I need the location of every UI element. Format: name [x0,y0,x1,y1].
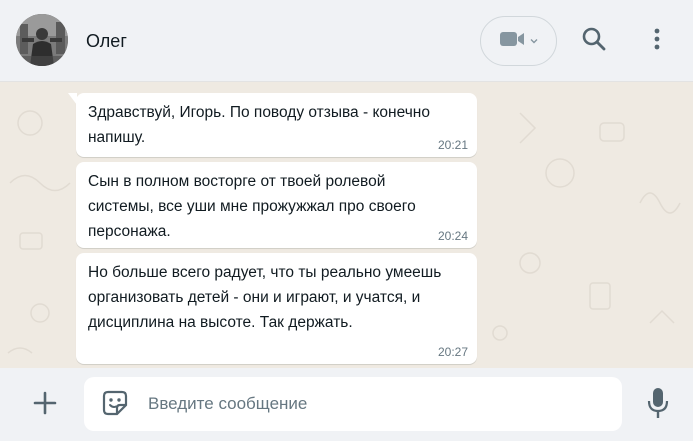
plus-icon [33,391,57,420]
chat-header: Олег [0,0,693,82]
sticker-button[interactable] [101,390,129,421]
message-time: 20:21 [437,138,468,152]
attach-button[interactable] [30,390,60,420]
message-text: Но больше всего радует, что ты реально у… [88,264,442,331]
message-bubble[interactable]: Сын в полном восторге от твоей ролевой с… [76,162,477,248]
message-input-box [84,377,622,431]
search-icon [581,26,607,57]
video-call-button[interactable] [480,16,557,66]
contact-avatar[interactable] [16,14,68,66]
voice-message-button[interactable] [644,387,672,424]
more-vertical-icon [654,28,660,55]
message-time: 20:24 [437,229,468,243]
message-bubble[interactable]: Но больше всего радует, что ты реально у… [76,253,477,364]
message-text: Здравствуй, Игорь. По поводу отзыва - ко… [88,104,430,146]
menu-button[interactable] [642,26,672,56]
composer-bar [0,368,693,441]
chevron-down-icon [529,32,539,50]
bubble-tail [68,93,77,105]
microphone-icon [647,387,669,424]
message-bubble[interactable]: Здравствуй, Игорь. По поводу отзыва - ко… [68,93,477,157]
search-button[interactable] [579,26,609,56]
video-camera-icon [499,30,525,53]
message-input[interactable] [148,377,608,431]
message-list[interactable]: Здравствуй, Игорь. По поводу отзыва - ко… [0,83,693,368]
message-time: 20:27 [437,345,468,359]
contact-name[interactable]: Олег [86,31,127,52]
message-text: Сын в полном восторге от твоей ролевой с… [88,173,416,240]
sticker-icon [102,390,128,421]
